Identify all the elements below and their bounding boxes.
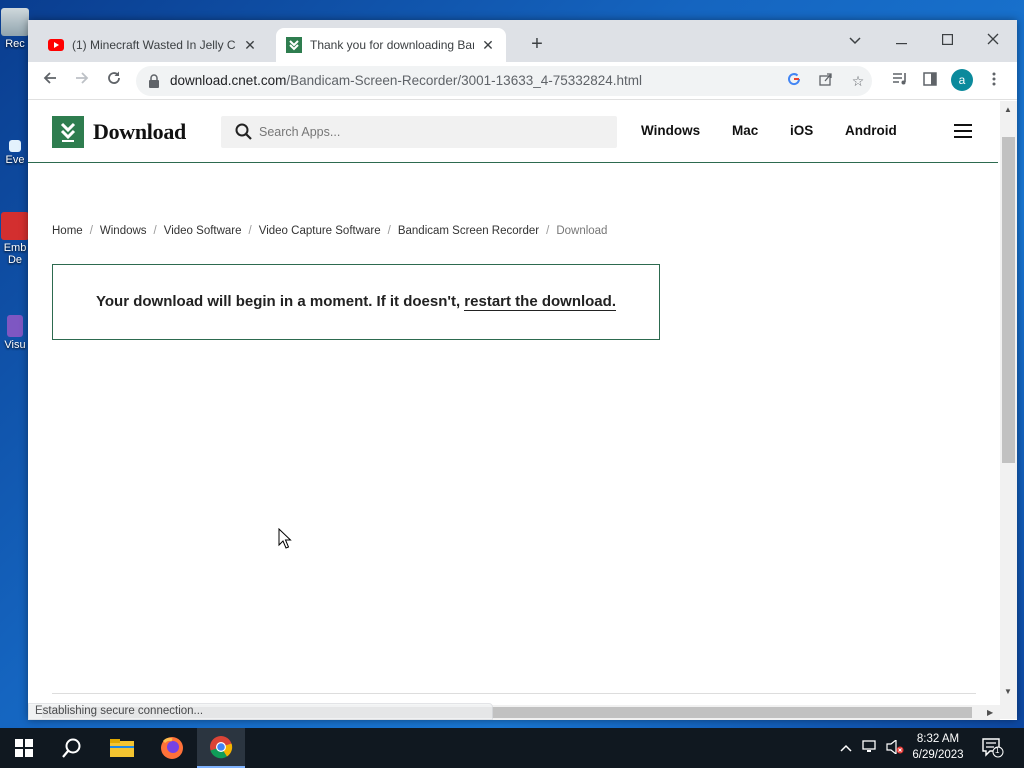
start-button[interactable] [0, 728, 48, 768]
embed-desktop-icon[interactable]: Emb De [0, 212, 30, 266]
site-header: Download Windows Mac iOS Android [28, 101, 998, 163]
site-logo-text[interactable]: Download [93, 119, 186, 145]
breadcrumb-current: Download [556, 225, 608, 237]
url-path: /Bandicam-Screen-Recorder/3001-13633_4-7… [286, 73, 643, 88]
system-clock[interactable]: 8:32 AM 6/29/2023 [904, 731, 972, 763]
nav-android[interactable]: Android [845, 123, 897, 138]
nav-mac[interactable]: Mac [732, 123, 758, 138]
share-icon[interactable] [816, 71, 836, 91]
volume-muted-icon[interactable] [886, 738, 904, 757]
breadcrumb-home[interactable]: Home [52, 225, 83, 237]
bookmark-star-icon[interactable]: ☆ [848, 71, 868, 91]
windows-logo-icon [15, 739, 33, 757]
breadcrumb-bandicam[interactable]: Bandicam Screen Recorder [398, 225, 539, 237]
app-icon [1, 212, 29, 240]
google-lens-icon[interactable] [784, 71, 804, 91]
firefox-icon [161, 737, 183, 759]
recycle-bin-desktop-icon[interactable]: Rec [0, 8, 30, 50]
download-notice-box: Your download will begin in a moment. If… [52, 264, 660, 340]
back-arrow-icon[interactable] [38, 69, 62, 93]
breadcrumb-video-software[interactable]: Video Software [164, 225, 242, 237]
search-icon [235, 123, 253, 141]
tab-title: (1) Minecraft Wasted In Jelly Cha [72, 38, 236, 52]
more-menu-icon[interactable] [982, 69, 1006, 93]
taskbar-search-icon [62, 738, 81, 758]
minimize-button[interactable] [878, 26, 924, 54]
nav-ios[interactable]: iOS [790, 123, 813, 138]
lock-icon [148, 74, 160, 88]
folder-icon [110, 739, 134, 757]
vertical-scrollbar[interactable]: ▲ ▼ [1000, 101, 1017, 719]
clock-date: 6/29/2023 [912, 749, 964, 761]
vertical-scroll-thumb[interactable] [1002, 137, 1015, 463]
breadcrumb-video-capture-software[interactable]: Video Capture Software [259, 225, 381, 237]
firefox-button[interactable] [148, 728, 196, 768]
forward-arrow-icon[interactable] [70, 69, 94, 93]
download-notice: Your download will begin in a moment. If… [53, 293, 659, 311]
download-com-icon [286, 37, 302, 53]
chrome-button[interactable] [197, 728, 245, 768]
profile-avatar[interactable]: a [951, 69, 973, 91]
notice-text: Your download will begin in a moment. If… [96, 293, 465, 310]
recycle-bin-icon [1, 8, 29, 36]
close-tab-icon[interactable]: ✕ [242, 37, 258, 53]
network-icon[interactable] [862, 740, 878, 757]
scroll-down-icon[interactable]: ▼ [1004, 687, 1012, 696]
maximize-button[interactable] [924, 26, 970, 54]
browser-window: (1) Minecraft Wasted In Jelly Cha ✕ Than… [28, 20, 1017, 720]
scroll-up-icon[interactable]: ▲ [1004, 105, 1012, 114]
footer-divider [52, 693, 976, 694]
nav-windows[interactable]: Windows [641, 123, 700, 138]
status-bubble: Establishing secure connection... [28, 703, 493, 720]
download-logo-icon[interactable] [52, 116, 84, 148]
side-panel-icon[interactable] [918, 69, 942, 93]
search-input[interactable] [259, 116, 599, 148]
notification-count: 1 [995, 746, 1000, 755]
url-text: download.cnet.com/Bandicam-Screen-Record… [170, 73, 642, 88]
hamburger-menu-icon[interactable] [954, 123, 974, 141]
close-tab-icon[interactable]: ✕ [480, 37, 496, 53]
restart-download-link[interactable]: restart the download. [464, 293, 616, 311]
breadcrumb-windows[interactable]: Windows [100, 225, 147, 237]
address-bar[interactable]: download.cnet.com/Bandicam-Screen-Record… [136, 66, 872, 96]
tab-youtube[interactable]: (1) Minecraft Wasted In Jelly Cha ✕ [38, 28, 268, 62]
visual-studio-desktop-icon[interactable]: Visu [0, 315, 30, 351]
taskbar: 8:32 AM 6/29/2023 1 [0, 728, 1024, 768]
visual-studio-icon [7, 315, 23, 337]
breadcrumb: Home / Windows / Video Software / Video Captur… [52, 225, 608, 237]
new-tab-button[interactable]: + [526, 34, 548, 56]
reading-list-icon[interactable] [888, 69, 912, 93]
scroll-right-icon[interactable]: ▶ [987, 708, 993, 717]
shortcut-icon [9, 140, 21, 152]
browser-toolbar: download.cnet.com/Bandicam-Screen-Record… [28, 62, 1017, 100]
chrome-icon [210, 736, 233, 759]
search-box[interactable] [221, 116, 617, 148]
reload-icon[interactable] [102, 69, 126, 93]
tab-title: Thank you for downloading Band [310, 38, 474, 52]
tab-search-chevron-icon[interactable] [832, 26, 878, 54]
search-button[interactable] [48, 728, 96, 768]
clock-time: 8:32 AM [916, 733, 960, 745]
event-desktop-icon[interactable]: Eve [0, 140, 30, 166]
page-content: Download Windows Mac iOS Android Home/Wi… [28, 101, 1000, 705]
tab-strip: (1) Minecraft Wasted In Jelly Cha ✕ Than… [28, 20, 1017, 62]
youtube-icon [48, 37, 64, 53]
file-explorer-button[interactable] [98, 728, 146, 768]
url-host: download.cnet.com [170, 73, 287, 88]
tray-chevron-up-icon[interactable] [840, 740, 852, 755]
mouse-cursor-icon [278, 528, 292, 549]
notifications-icon[interactable]: 1 [982, 738, 1004, 758]
tab-download-com[interactable]: Thank you for downloading Band ✕ [276, 28, 506, 62]
close-window-button[interactable] [970, 26, 1016, 54]
